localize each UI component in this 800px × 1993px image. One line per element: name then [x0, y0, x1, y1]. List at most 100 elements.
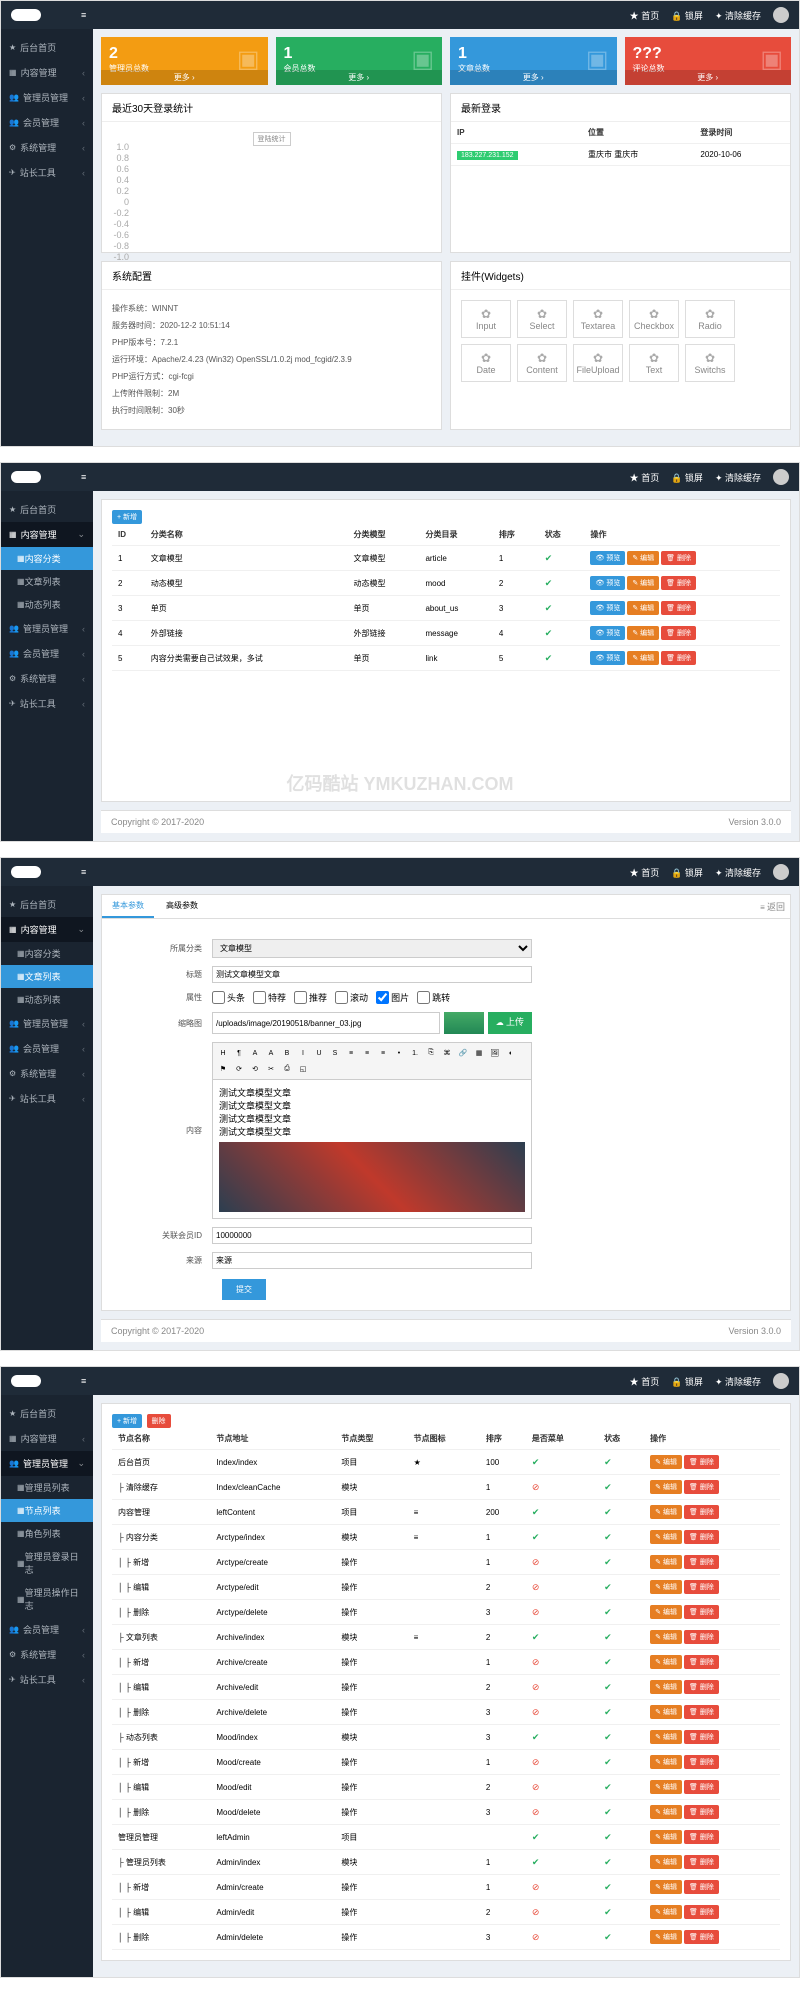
widget-date[interactable]: ✿Date — [461, 344, 511, 382]
widget-radio[interactable]: ✿Radio — [685, 300, 735, 338]
nav-admin[interactable]: 👥 管理员管理‹ — [1, 1011, 93, 1036]
back-link[interactable]: ≡ 返回 — [755, 895, 790, 918]
nav-content-article[interactable]: ▦ 文章列表 — [1, 570, 93, 593]
nav-admin[interactable]: 👥 管理员管理‹ — [1, 616, 93, 641]
add-button[interactable]: + 新增 — [112, 510, 142, 524]
nav-system[interactable]: ⚙ 系统管理‹ — [1, 666, 93, 691]
attr-checkbox[interactable]: 滚动 — [335, 991, 368, 1004]
stat-card[interactable]: ???评论总数▣更多 › — [625, 37, 792, 85]
nav-member[interactable]: 👥 会员管理‹ — [1, 641, 93, 666]
nav-clear-cache[interactable]: ✦ 清除缓存 — [715, 9, 761, 22]
delete-button[interactable]: 🗑 删除 — [661, 651, 696, 665]
preview-button[interactable]: 👁 预览 — [590, 576, 625, 590]
delete-button[interactable]: 🗑 删除 — [684, 1530, 719, 1544]
nav-login-log[interactable]: ▦ 管理员登录日志 — [1, 1545, 93, 1581]
stat-card[interactable]: 1会员总数▣更多 › — [276, 37, 443, 85]
edit-button[interactable]: ✎ 编辑 — [650, 1680, 682, 1694]
nav-clear-cache[interactable]: ✦ 清除缓存 — [715, 866, 761, 879]
preview-button[interactable]: 👁 预览 — [590, 626, 625, 640]
nav-home[interactable]: ★ 首页 — [630, 866, 660, 879]
add-button[interactable]: + 新增 — [112, 1414, 142, 1428]
delete-button[interactable]: 🗑 删除 — [661, 576, 696, 590]
nav-clear-cache[interactable]: ✦ 清除缓存 — [715, 471, 761, 484]
preview-button[interactable]: 👁 预览 — [590, 601, 625, 615]
submit-button[interactable]: 提交 — [222, 1279, 266, 1300]
nav-lock[interactable]: 🔒 锁屏 — [671, 9, 703, 22]
nav-system[interactable]: ⚙ 系统管理‹ — [1, 1061, 93, 1086]
edit-button[interactable]: ✎ 编辑 — [650, 1880, 682, 1894]
thumb-input[interactable] — [212, 1012, 440, 1034]
nav-tools[interactable]: ✈ 站长工具‹ — [1, 160, 93, 185]
menu-toggle-icon[interactable]: ≡ — [81, 10, 86, 20]
edit-button[interactable]: ✎ 编辑 — [650, 1630, 682, 1644]
preview-button[interactable]: 👁 预览 — [590, 551, 625, 565]
nav-tools[interactable]: ✈ 站长工具‹ — [1, 1667, 93, 1692]
edit-button[interactable]: ✎ 编辑 — [650, 1830, 682, 1844]
delete-button[interactable]: 🗑 删除 — [684, 1805, 719, 1819]
menu-toggle-icon[interactable]: ≡ — [81, 1376, 86, 1386]
nav-member[interactable]: 👥 会员管理‹ — [1, 1617, 93, 1642]
delete-button[interactable]: 🗑 删除 — [684, 1780, 719, 1794]
nav-dashboard[interactable]: ★ 后台首页 — [1, 1401, 93, 1426]
tab-advanced[interactable]: 高级参数 — [156, 895, 208, 918]
edit-button[interactable]: ✎ 编辑 — [650, 1730, 682, 1744]
category-select[interactable]: 文章模型 — [212, 939, 532, 958]
edit-button[interactable]: ✎ 编辑 — [650, 1505, 682, 1519]
edit-button[interactable]: ✎ 编辑 — [650, 1930, 682, 1944]
content-editor[interactable]: 测试文章模型文章测试文章模型文章测试文章模型文章测试文章模型文章 — [212, 1080, 532, 1219]
delete-button[interactable]: 删除 — [147, 1414, 171, 1428]
delete-button[interactable]: 🗑 删除 — [684, 1455, 719, 1469]
nav-content[interactable]: ▦ 内容管理⌄ — [1, 522, 93, 547]
nav-lock[interactable]: 🔒 锁屏 — [671, 1375, 703, 1388]
edit-button[interactable]: ✎ 编辑 — [627, 651, 659, 665]
nav-op-log[interactable]: ▦ 管理员操作日志 — [1, 1581, 93, 1617]
widget-input[interactable]: ✿Input — [461, 300, 511, 338]
nav-admin[interactable]: 👥 管理员管理⌄ — [1, 1451, 93, 1476]
delete-button[interactable]: 🗑 删除 — [684, 1555, 719, 1569]
attr-checkbox[interactable]: 图片 — [376, 991, 409, 1004]
delete-button[interactable]: 🗑 删除 — [684, 1480, 719, 1494]
nav-home[interactable]: ★ 首页 — [630, 9, 660, 22]
nav-role-list[interactable]: ▦ 角色列表 — [1, 1522, 93, 1545]
menu-toggle-icon[interactable]: ≡ — [81, 867, 86, 877]
delete-button[interactable]: 🗑 删除 — [661, 601, 696, 615]
nav-content[interactable]: ▦ 内容管理‹ — [1, 60, 93, 85]
nav-system[interactable]: ⚙ 系统管理‹ — [1, 1642, 93, 1667]
preview-button[interactable]: 👁 预览 — [590, 651, 625, 665]
delete-button[interactable]: 🗑 删除 — [684, 1655, 719, 1669]
attr-checkbox[interactable]: 特荐 — [253, 991, 286, 1004]
nav-system[interactable]: ⚙ 系统管理‹ — [1, 135, 93, 160]
attr-checkbox[interactable]: 跳转 — [417, 991, 450, 1004]
widget-textarea[interactable]: ✿Textarea — [573, 300, 623, 338]
nav-tools[interactable]: ✈ 站长工具‹ — [1, 691, 93, 716]
nav-content[interactable]: ▦ 内容管理⌄ — [1, 917, 93, 942]
source-input[interactable] — [212, 1252, 532, 1269]
delete-button[interactable]: 🗑 删除 — [684, 1580, 719, 1594]
attr-checkbox[interactable]: 头条 — [212, 991, 245, 1004]
avatar[interactable] — [773, 7, 789, 23]
delete-button[interactable]: 🗑 删除 — [684, 1505, 719, 1519]
edit-button[interactable]: ✎ 编辑 — [650, 1855, 682, 1869]
widget-checkbox[interactable]: ✿Checkbox — [629, 300, 679, 338]
nav-dashboard[interactable]: ★ 后台首页 — [1, 497, 93, 522]
tab-basic[interactable]: 基本参数 — [102, 895, 154, 918]
delete-button[interactable]: 🗑 删除 — [661, 626, 696, 640]
edit-button[interactable]: ✎ 编辑 — [650, 1555, 682, 1569]
delete-button[interactable]: 🗑 删除 — [684, 1680, 719, 1694]
delete-button[interactable]: 🗑 删除 — [684, 1930, 719, 1944]
delete-button[interactable]: 🗑 删除 — [684, 1855, 719, 1869]
editor-toolbar[interactable]: H¶AABIUS≡≡≡•1.⎘⌘🔗▦🖼◐⚑⟳⟲✂⎙◱ — [212, 1042, 532, 1080]
nav-node-list[interactable]: ▦ 节点列表 — [1, 1499, 93, 1522]
delete-button[interactable]: 🗑 删除 — [684, 1905, 719, 1919]
nav-content-mood[interactable]: ▦ 动态列表 — [1, 988, 93, 1011]
nav-lock[interactable]: 🔒 锁屏 — [671, 866, 703, 879]
delete-button[interactable]: 🗑 删除 — [684, 1755, 719, 1769]
stat-card[interactable]: 1文章总数▣更多 › — [450, 37, 617, 85]
nav-admin[interactable]: 👥 管理员管理‹ — [1, 85, 93, 110]
nav-content-category[interactable]: ▦ 内容分类 — [1, 547, 93, 570]
menu-toggle-icon[interactable]: ≡ — [81, 472, 86, 482]
edit-button[interactable]: ✎ 编辑 — [627, 576, 659, 590]
widget-select[interactable]: ✿Select — [517, 300, 567, 338]
edit-button[interactable]: ✎ 编辑 — [650, 1480, 682, 1494]
upload-button[interactable]: ☁ 上传 — [488, 1012, 532, 1034]
